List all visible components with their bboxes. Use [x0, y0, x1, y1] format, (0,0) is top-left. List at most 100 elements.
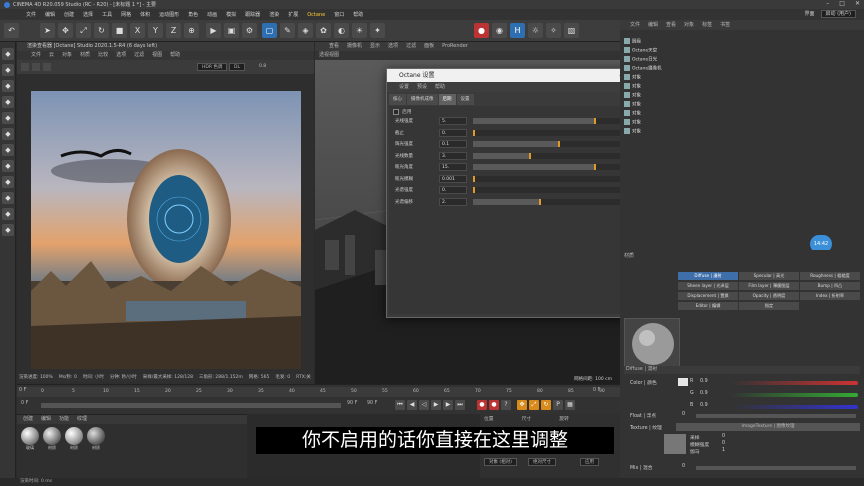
render-icon[interactable]: ▣ — [224, 23, 239, 38]
render-menu-item[interactable]: 过滤 — [134, 51, 144, 60]
frame-start-field[interactable]: 0 F — [21, 401, 28, 406]
param-value-field[interactable]: 5. — [439, 117, 467, 125]
param-value-field[interactable]: 0.1 — [439, 140, 467, 148]
enable-checkbox[interactable] — [393, 108, 399, 115]
select-icon[interactable]: ➤ — [40, 23, 55, 38]
move-icon[interactable]: ✥ — [58, 23, 73, 38]
frame-end-field[interactable]: 90 F — [347, 401, 357, 406]
world-icon[interactable]: ⊕ — [184, 23, 199, 38]
array-icon[interactable]: ✿ — [316, 23, 331, 38]
light-icon[interactable]: ✦ — [370, 23, 385, 38]
render-settings-icon[interactable]: ⚙ — [242, 23, 257, 38]
dl-mode-select[interactable]: DL — [229, 63, 245, 71]
hdr-mode-select[interactable]: HDR 色调 — [197, 63, 228, 71]
object-row[interactable]: Octane日光 — [624, 56, 657, 64]
material-channel-button[interactable]: Roughness | 粗糙度 — [800, 272, 860, 280]
lock-icon[interactable]: ◆ — [2, 192, 14, 204]
minimize-button[interactable]: – — [826, 0, 829, 7]
param-value-field[interactable]: 2. — [439, 197, 467, 206]
render-menu-item[interactable]: 比较 — [98, 51, 108, 60]
frame-end-field-2[interactable]: 90 F — [367, 401, 377, 406]
texture-slot[interactable]: ImageTexture | 图像纹理 — [676, 423, 860, 431]
object-icon[interactable]: ■ — [112, 23, 127, 38]
object-row[interactable]: Octane摄像机 — [624, 65, 662, 73]
viewport-menu-item[interactable]: 显示 — [370, 42, 380, 51]
make-editable-icon[interactable]: ◆ — [2, 48, 14, 60]
mix-value[interactable]: 0 — [682, 464, 685, 469]
menu-item[interactable]: 编辑 — [45, 11, 55, 18]
go-start-button[interactable]: ⏮ — [395, 400, 405, 410]
color-swatch[interactable] — [678, 378, 688, 386]
octane-menu-item[interactable]: 设置 — [399, 82, 409, 92]
model-icon[interactable]: ◆ — [2, 64, 14, 76]
object-manager-menu-item[interactable]: 对象 — [684, 20, 694, 30]
menu-item[interactable]: 扩展 — [288, 11, 298, 18]
render-menu-item[interactable]: 选项 — [116, 51, 126, 60]
stop-render-icon[interactable] — [32, 63, 40, 71]
b-slider[interactable] — [730, 405, 858, 409]
polygons-icon[interactable]: ◆ — [2, 128, 14, 140]
dl-value[interactable]: 0.8 — [259, 64, 266, 69]
material-channel-button[interactable]: Diffuse | 漫射 — [678, 272, 738, 280]
y-axis-icon[interactable]: Y — [148, 23, 163, 38]
object-manager-menu-item[interactable]: 书签 — [720, 20, 730, 30]
menu-item[interactable]: 体积 — [140, 11, 150, 18]
material-menu-item[interactable]: 创建 — [23, 415, 33, 424]
param-slider-handle[interactable] — [473, 175, 475, 182]
frame-range-slider[interactable] — [41, 403, 341, 408]
param-value-field[interactable]: 15. — [439, 163, 467, 171]
go-end-button[interactable]: ⏭ — [455, 400, 465, 410]
object-manager-menu-item[interactable]: 标签 — [702, 20, 712, 30]
g-slider[interactable] — [730, 393, 858, 397]
material-channel-button[interactable]: Sheen layer | 光泽层 — [678, 282, 738, 290]
prev-key-button[interactable]: ◀ — [407, 400, 417, 410]
object-manager-menu-item[interactable]: 编辑 — [648, 20, 658, 30]
octane-tab[interactable]: 设置 — [456, 94, 474, 105]
object-row[interactable]: Octane天空 — [624, 47, 657, 55]
octane-light-icon[interactable]: ✧ — [546, 23, 561, 38]
material-channel-button[interactable]: Specular | 高光 — [739, 272, 799, 280]
g-value[interactable]: 0.9 — [700, 391, 708, 396]
soft-select-icon[interactable]: ◆ — [2, 224, 14, 236]
sample-value[interactable]: 0 — [722, 434, 725, 439]
material-menu-item[interactable]: 纹理 — [77, 415, 87, 424]
scene-icon[interactable]: ☀ — [352, 23, 367, 38]
pen-icon[interactable]: ✎ — [280, 23, 295, 38]
current-frame-field[interactable]: 0 F — [19, 388, 26, 393]
axis-icon[interactable]: ◆ — [2, 208, 14, 220]
rotation-key-button[interactable]: ↻ — [541, 400, 551, 410]
object-row[interactable]: 对象 — [624, 83, 641, 91]
render-menu-item[interactable]: 材质 — [80, 51, 90, 60]
octane-live-icon[interactable]: ● — [474, 23, 489, 38]
hdr-icon[interactable]: H — [510, 23, 525, 38]
param-slider-handle[interactable] — [594, 118, 596, 124]
menu-item[interactable]: 窗口 — [334, 11, 344, 18]
sample-value[interactable]: 1 — [722, 448, 725, 453]
scale-icon[interactable]: ⤢ — [76, 23, 91, 38]
sample-value[interactable]: 0 — [722, 441, 725, 446]
param-slider-handle[interactable] — [529, 152, 531, 159]
param-slider-handle[interactable] — [558, 141, 560, 147]
menu-item[interactable]: 模拟 — [226, 11, 236, 18]
float-slider[interactable] — [696, 414, 856, 418]
size-mode-select[interactable]: 绝对尺寸 — [528, 458, 556, 466]
refresh-icon[interactable] — [43, 63, 51, 71]
menu-item[interactable]: 渲染 — [269, 11, 279, 18]
menu-item[interactable]: 工具 — [102, 11, 112, 18]
viewport-menu-item[interactable]: 过滤 — [406, 42, 416, 51]
material-channel-button[interactable]: 指定 — [739, 302, 799, 310]
float-value[interactable]: 0 — [682, 412, 685, 417]
param-slider-handle[interactable] — [473, 129, 475, 136]
workplane-icon[interactable]: ◆ — [2, 176, 14, 188]
scale-key-button[interactable]: ⤢ — [529, 400, 539, 410]
octane-tag-icon[interactable]: ▧ — [564, 23, 579, 38]
octane-menu-item[interactable]: 帮助 — [435, 82, 445, 92]
material-channel-button[interactable]: Index | 折射率 — [800, 292, 860, 300]
octane-tab[interactable]: 摄像机成像 — [407, 94, 438, 105]
octane-env-icon[interactable]: ☼ — [528, 23, 543, 38]
points-icon[interactable]: ◆ — [2, 96, 14, 108]
param-slider-handle[interactable] — [539, 198, 541, 205]
object-manager-menu-item[interactable]: 查看 — [666, 20, 676, 30]
maximize-button[interactable]: □ — [839, 0, 845, 7]
material-channel-button[interactable]: Displacement | 置换 — [678, 292, 738, 300]
